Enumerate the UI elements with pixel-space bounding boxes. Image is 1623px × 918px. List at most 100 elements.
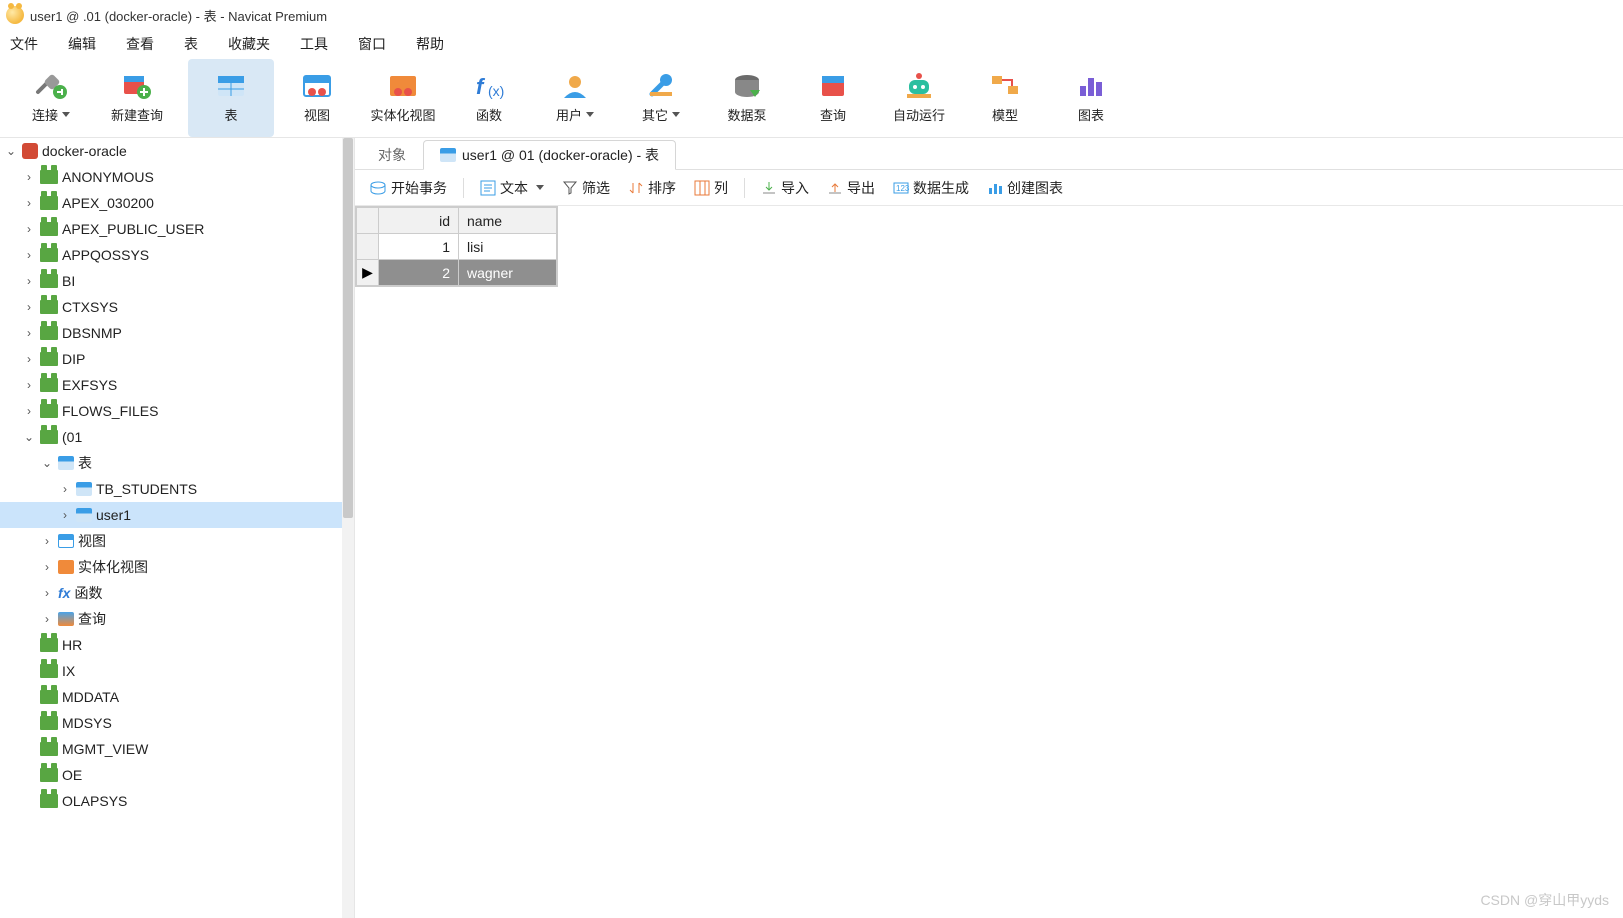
- tree-schema[interactable]: ›APEX_030200: [0, 190, 354, 216]
- btn-text[interactable]: 文本: [474, 176, 550, 200]
- chevron-right-icon[interactable]: ›: [22, 300, 36, 314]
- btn-filter[interactable]: 筛选: [556, 176, 616, 200]
- tb-functions[interactable]: f(x) 函数: [446, 59, 532, 137]
- menu-tools[interactable]: 工具: [300, 34, 328, 54]
- tree-table-item[interactable]: › TB_STUDENTS: [0, 476, 354, 502]
- chevron-right-icon[interactable]: ›: [22, 352, 36, 366]
- tree-connection[interactable]: ⌄ docker-oracle: [0, 138, 354, 164]
- tb-tables[interactable]: 表: [188, 59, 274, 137]
- tb-query[interactable]: 查询: [790, 59, 876, 137]
- columns-icon: [694, 180, 710, 196]
- tree-schema[interactable]: ›MDDATA: [0, 684, 354, 710]
- tree-schema[interactable]: ›DIP: [0, 346, 354, 372]
- tb-automation[interactable]: 自动运行: [876, 59, 962, 137]
- tb-data-pump[interactable]: 数据泵: [704, 59, 790, 137]
- tree-folder[interactable]: ›实体化视图: [0, 554, 354, 580]
- btn-columns[interactable]: 列: [688, 176, 734, 200]
- tree-schema[interactable]: ›APPQOSSYS: [0, 242, 354, 268]
- tree-schema[interactable]: ›IX: [0, 658, 354, 684]
- tree-tables-folder[interactable]: ⌄ 表: [0, 450, 354, 476]
- tb-new-query[interactable]: 新建查询: [94, 59, 180, 137]
- tree-schema[interactable]: ›ANONYMOUS: [0, 164, 354, 190]
- connection-tree[interactable]: ⌄ docker-oracle ›ANONYMOUS›APEX_030200›A…: [0, 138, 355, 918]
- tree-folder[interactable]: ›查询: [0, 606, 354, 632]
- chevron-right-icon[interactable]: ›: [22, 274, 36, 288]
- tb-model-label: 模型: [992, 105, 1018, 124]
- chevron-down-icon[interactable]: ⌄: [4, 144, 18, 158]
- btn-export[interactable]: 导出: [821, 176, 881, 200]
- chevron-right-icon[interactable]: ›: [40, 560, 54, 574]
- window-title: user1 @ .01 (docker-oracle) - 表 - Navica…: [30, 6, 327, 25]
- chevron-right-icon[interactable]: ›: [22, 196, 36, 210]
- tree-schema[interactable]: ›APEX_PUBLIC_USER: [0, 216, 354, 242]
- menu-view[interactable]: 查看: [126, 34, 154, 54]
- menu-window[interactable]: 窗口: [358, 34, 386, 54]
- tree-folder[interactable]: ›视图: [0, 528, 354, 554]
- chevron-right-icon[interactable]: ›: [58, 508, 72, 522]
- menu-file[interactable]: 文件: [10, 34, 38, 54]
- menu-table[interactable]: 表: [184, 34, 198, 54]
- chevron-down-icon[interactable]: ⌄: [40, 456, 54, 470]
- tb-connect[interactable]: 连接: [8, 59, 94, 137]
- tree-schema[interactable]: ›MGMT_VIEW: [0, 736, 354, 762]
- tree-schema[interactable]: ›MDSYS: [0, 710, 354, 736]
- chevron-right-icon[interactable]: ›: [22, 404, 36, 418]
- menu-edit[interactable]: 编辑: [68, 34, 96, 54]
- col-header-id[interactable]: id: [379, 208, 459, 234]
- tree-schema[interactable]: ›HR: [0, 632, 354, 658]
- tb-views[interactable]: 视图: [274, 59, 360, 137]
- tree-schema-active[interactable]: ⌄ (01: [0, 424, 354, 450]
- menu-help[interactable]: 帮助: [416, 34, 444, 54]
- chevron-right-icon[interactable]: ›: [40, 612, 54, 626]
- row-header[interactable]: ▶: [357, 260, 379, 286]
- tree-schema[interactable]: ›FLOWS_FILES: [0, 398, 354, 424]
- data-grid[interactable]: id name 1 lisi ▶ 2 wagner: [355, 206, 558, 287]
- tree-schema-label: OLAPSYS: [62, 793, 127, 809]
- chevron-right-icon[interactable]: ›: [40, 534, 54, 548]
- schema-icon: [40, 222, 58, 236]
- tree-schema[interactable]: ›OLAPSYS: [0, 788, 354, 814]
- tab-table-user1[interactable]: user1 @ 01 (docker-oracle) - 表: [423, 140, 676, 170]
- tb-charts[interactable]: 图表: [1048, 59, 1134, 137]
- col-header-name[interactable]: name: [459, 208, 557, 234]
- tree-schema[interactable]: ›OE: [0, 762, 354, 788]
- text-icon: [480, 180, 496, 196]
- row-header[interactable]: [357, 234, 379, 260]
- tree-schema[interactable]: ›BI: [0, 268, 354, 294]
- tree-table-item-selected[interactable]: › user1: [0, 502, 354, 528]
- btn-data-gen[interactable]: 123 数据生成: [887, 176, 975, 200]
- btn-import[interactable]: 导入: [755, 176, 815, 200]
- tb-others[interactable]: 其它: [618, 59, 704, 137]
- chevron-right-icon[interactable]: ›: [22, 248, 36, 262]
- tb-model[interactable]: 模型: [962, 59, 1048, 137]
- data-row-selected[interactable]: ▶ 2 wagner: [357, 260, 557, 286]
- chevron-right-icon[interactable]: ›: [22, 222, 36, 236]
- tb-mat-views[interactable]: 实体化视图: [360, 59, 446, 137]
- chevron-right-icon[interactable]: ›: [22, 326, 36, 340]
- btn-begin-transaction[interactable]: 开始事务: [363, 176, 453, 200]
- btn-create-chart[interactable]: 创建图表: [981, 176, 1069, 200]
- tree-schema[interactable]: ›EXFSYS: [0, 372, 354, 398]
- tree-schema[interactable]: ›DBSNMP: [0, 320, 354, 346]
- chevron-right-icon[interactable]: ›: [22, 170, 36, 184]
- chevron-right-icon[interactable]: ›: [40, 586, 54, 600]
- tab-objects[interactable]: 对象: [361, 139, 423, 169]
- menu-favorites[interactable]: 收藏夹: [228, 34, 270, 54]
- btn-sort[interactable]: 排序: [622, 176, 682, 200]
- cell-name[interactable]: lisi: [459, 234, 557, 260]
- tb-new-query-label: 新建查询: [111, 105, 163, 124]
- chevron-right-icon[interactable]: ›: [58, 482, 72, 496]
- scrollbar-track[interactable]: [342, 138, 354, 918]
- cell-id[interactable]: 2: [379, 260, 459, 286]
- tree-folder[interactable]: ›fx函数: [0, 580, 354, 606]
- row-header-corner[interactable]: [357, 208, 379, 234]
- data-row[interactable]: 1 lisi: [357, 234, 557, 260]
- chevron-down-icon[interactable]: ⌄: [22, 430, 36, 444]
- table-icon: [213, 71, 249, 101]
- cell-id[interactable]: 1: [379, 234, 459, 260]
- chevron-right-icon[interactable]: ›: [22, 378, 36, 392]
- tb-users[interactable]: 用户: [532, 59, 618, 137]
- cell-name[interactable]: wagner: [459, 260, 557, 286]
- scrollbar-thumb[interactable]: [343, 138, 353, 518]
- tree-schema[interactable]: ›CTXSYS: [0, 294, 354, 320]
